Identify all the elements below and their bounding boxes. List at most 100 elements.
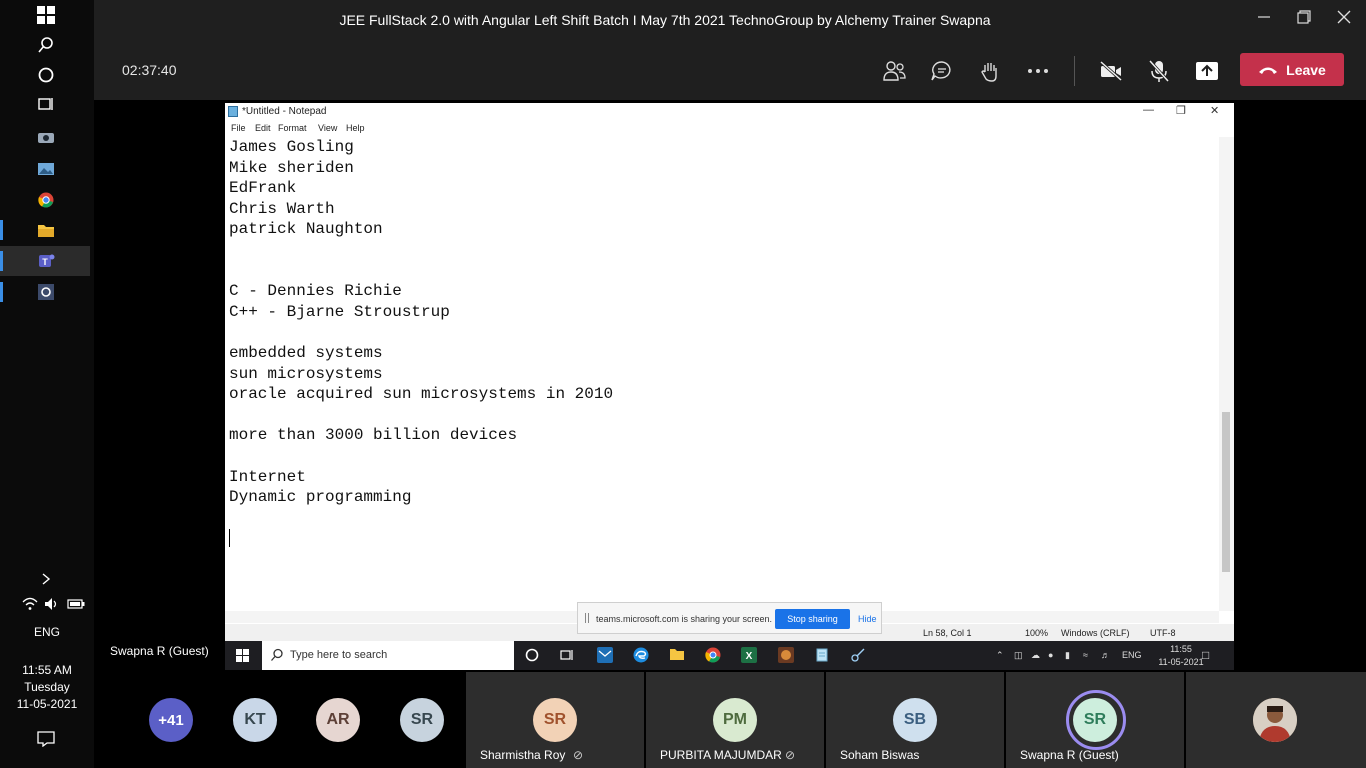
svg-text:T: T <box>42 257 48 267</box>
notepad-menu-bar: File Edit Format View Help <box>225 121 1234 137</box>
photos-app-icon[interactable] <box>36 159 56 179</box>
participant-name: PURBITA MAJUMDAR <box>660 748 782 762</box>
minimize-icon[interactable] <box>1252 8 1276 32</box>
restore-icon[interactable] <box>1292 8 1316 32</box>
notepad-title-bar: *Untitled - Notepad — ❐ ✕ <box>225 103 1234 121</box>
clock-day: Tuesday <box>24 680 70 694</box>
hide-link[interactable]: Hide <box>858 614 877 624</box>
menu-view[interactable]: View <box>318 123 337 133</box>
onedrive-icon[interactable]: ☁ <box>1031 650 1040 661</box>
search-icon[interactable] <box>36 35 56 55</box>
participant-avatar[interactable]: SR <box>400 698 444 742</box>
volume-icon[interactable] <box>42 594 62 614</box>
windows-start-icon[interactable] <box>36 5 56 25</box>
leave-label: Leave <box>1286 61 1326 78</box>
chat-icon[interactable] <box>929 58 955 84</box>
windows-start-icon[interactable] <box>236 649 249 665</box>
menu-help[interactable]: Help <box>346 123 365 133</box>
overflow-participants-button[interactable]: +41 <box>149 698 193 742</box>
drag-handle-icon[interactable] <box>585 613 589 623</box>
game-app-icon[interactable] <box>778 647 794 663</box>
task-view-icon[interactable] <box>36 94 56 114</box>
menu-format[interactable]: Format <box>278 123 307 133</box>
participant-avatar: SR <box>1073 698 1117 742</box>
running-indicator <box>0 251 3 271</box>
notepad-minimize-icon[interactable]: — <box>1143 104 1154 116</box>
chevron-right-icon[interactable] <box>36 569 56 589</box>
participant-tile[interactable]: PM PURBITA MAJUMDAR ⊘ <box>646 672 824 768</box>
participants-strip: +41 KT AR SR SR Sharmistha Roy ⊘ PM PURB… <box>94 672 1366 768</box>
text-line <box>229 261 1219 282</box>
text-line: C++ - Bjarne Stroustrup <box>229 302 450 321</box>
participant-avatar[interactable]: AR <box>316 698 360 742</box>
cortana-icon[interactable] <box>36 65 56 85</box>
svg-text:X: X <box>746 651 753 662</box>
vertical-scroll-thumb[interactable] <box>1222 412 1230 572</box>
leave-button[interactable]: Leave <box>1240 53 1344 86</box>
participant-tile[interactable]: SR Sharmistha Roy ⊘ <box>466 672 644 768</box>
battery-icon[interactable]: ▮ <box>1065 650 1070 661</box>
chevron-up-icon[interactable]: ⌃ <box>996 650 1004 661</box>
muted-microphone-icon: ⊘ <box>785 748 796 762</box>
file-explorer-icon[interactable] <box>36 220 56 240</box>
vertical-scrollbar[interactable] <box>1219 137 1234 611</box>
network-icon[interactable]: ◫ <box>1014 650 1023 661</box>
microphone-muted-icon[interactable] <box>1146 58 1172 84</box>
wifi-icon[interactable]: ≈ <box>1083 650 1088 660</box>
microphone-icon[interactable]: ● <box>1048 650 1053 660</box>
battery-icon[interactable] <box>66 594 86 614</box>
clock-time[interactable]: 11:55 AM <box>0 663 94 677</box>
language-indicator[interactable]: ENG <box>1122 650 1142 660</box>
taskbar-search-box[interactable]: Type here to search <box>262 641 514 670</box>
raise-hand-icon[interactable] <box>977 58 1003 84</box>
menu-file[interactable]: File <box>231 123 246 133</box>
snipping-tool-icon[interactable] <box>850 647 866 663</box>
search-icon <box>271 648 283 661</box>
text-line <box>229 508 1219 529</box>
hang-up-icon <box>1259 67 1278 74</box>
excel-app-icon[interactable]: X <box>741 647 757 663</box>
mail-app-icon[interactable] <box>597 647 613 663</box>
close-icon[interactable] <box>1332 8 1356 32</box>
file-explorer-icon[interactable] <box>669 647 685 663</box>
chrome-app-icon[interactable] <box>36 190 56 210</box>
menu-edit[interactable]: Edit <box>255 123 271 133</box>
language-indicator[interactable]: ENG <box>0 625 94 639</box>
chrome-app-icon[interactable] <box>705 647 721 663</box>
task-view-icon[interactable] <box>559 647 575 663</box>
notifications-icon[interactable] <box>36 729 56 749</box>
participant-avatar: SB <box>893 698 937 742</box>
participant-name: Sharmistha Roy <box>480 748 566 762</box>
participant-avatar[interactable]: KT <box>233 698 277 742</box>
text-line: more than 3000 billion devices <box>229 426 518 445</box>
share-screen-icon[interactable] <box>1194 58 1220 84</box>
line-ending: Windows (CRLF) <box>1061 628 1130 638</box>
cortana-icon[interactable] <box>524 647 540 663</box>
participant-name: Swapna R (Guest) <box>1020 748 1119 762</box>
notifications-icon[interactable]: □ <box>1202 648 1209 662</box>
participant-avatar: PM <box>713 698 757 742</box>
notepad-text-area[interactable]: James Gosling Mike sheriden EdFrank Chri… <box>229 137 1219 611</box>
participant-tile-active-speaker[interactable]: SR Swapna R (Guest) <box>1006 672 1184 768</box>
running-indicator <box>0 220 3 240</box>
volume-icon[interactable]: ♬ <box>1101 650 1110 660</box>
notepad-close-icon[interactable]: ✕ <box>1210 104 1219 117</box>
stop-sharing-button[interactable]: Stop sharing <box>775 609 850 629</box>
taskbar-time[interactable]: 11:55 <box>1161 644 1201 654</box>
more-actions-icon[interactable] <box>1025 58 1051 84</box>
notepad-app-icon[interactable] <box>814 647 830 663</box>
wifi-icon[interactable] <box>20 594 40 614</box>
toolbar-divider <box>1074 56 1075 86</box>
text-line <box>229 322 1219 343</box>
edge-app-icon[interactable] <box>633 647 649 663</box>
participant-tile[interactable]: SB Soham Biswas <box>826 672 1004 768</box>
participant-video-tile[interactable] <box>1186 672 1366 768</box>
text-line: Internet <box>229 467 306 486</box>
camera-app-icon[interactable] <box>36 127 56 147</box>
camera-off-icon[interactable] <box>1098 58 1124 84</box>
teams-app-icon[interactable]: T <box>36 251 56 271</box>
participants-icon[interactable] <box>881 58 907 84</box>
notepad-maximize-icon[interactable]: ❐ <box>1176 104 1186 117</box>
muted-microphone-icon: ⊘ <box>573 748 584 762</box>
settings-app-icon[interactable] <box>36 282 56 302</box>
